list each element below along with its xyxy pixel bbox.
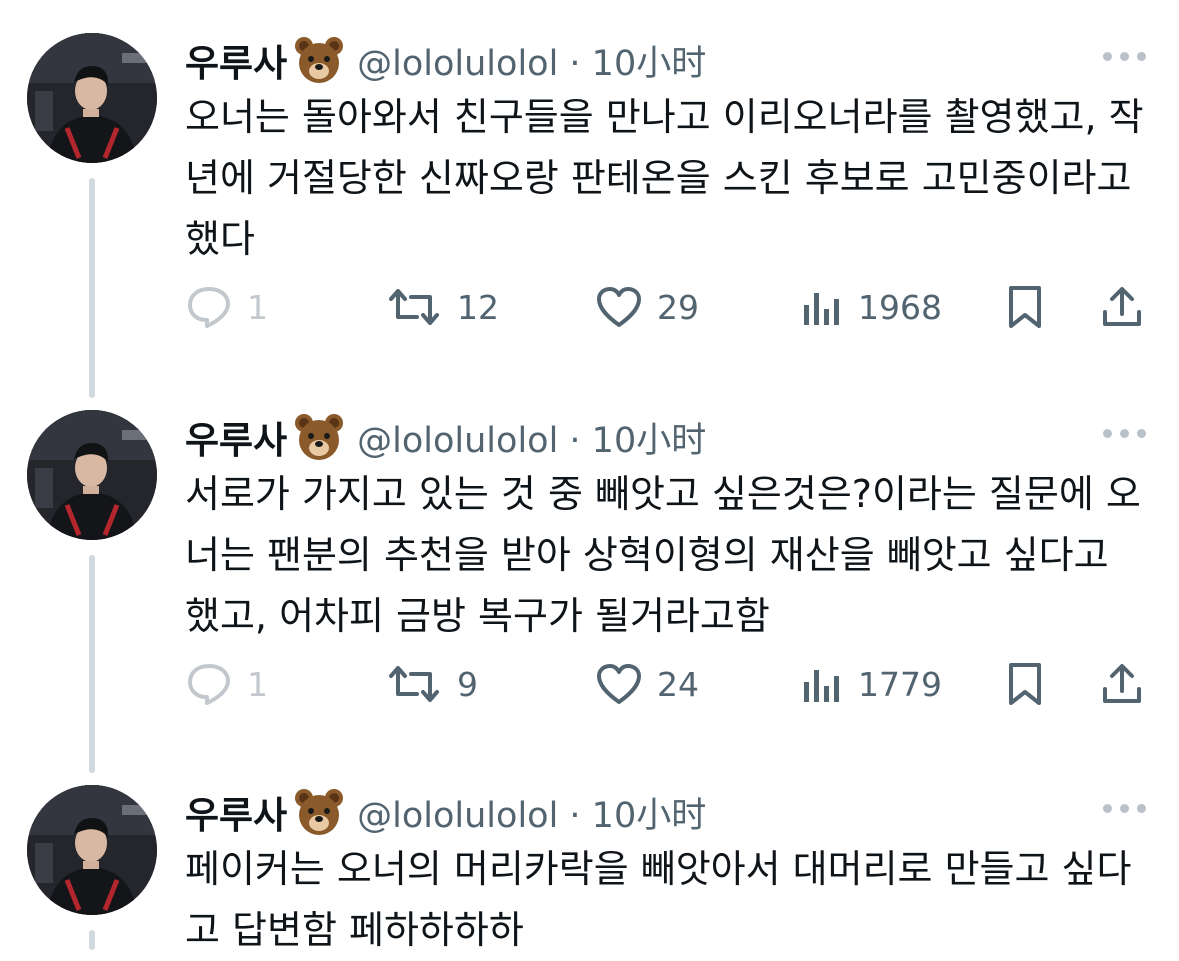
reply-icon (188, 287, 230, 328)
views-bar-chart-icon (804, 670, 839, 702)
bookmark-button[interactable] (1005, 282, 1045, 332)
author-name[interactable]: 우루사 (185, 410, 287, 464)
tweet-header: 우루사 @lololulolol · 10小时 (185, 406, 706, 468)
reply-icon (188, 664, 230, 705)
tweet-actions: 1 9 24 1779 (185, 659, 1155, 709)
avatar[interactable] (27, 785, 157, 915)
more-options-icon[interactable] (1100, 47, 1150, 67)
bookmark-icon (1009, 286, 1041, 328)
reply-count: 1 (247, 664, 268, 704)
retweet-icon (389, 666, 439, 702)
reply-button[interactable]: 1 (185, 659, 268, 709)
author-handle-time[interactable]: @lololulolol · 10小时 (357, 412, 706, 463)
bookmark-icon (1009, 663, 1041, 705)
tweet-text: 서로가 가지고 있는 것 중 빼앗고 싶은것은?이라는 질문에 오너는 팬분의 … (185, 472, 1141, 638)
views-bar-chart-icon (804, 293, 839, 325)
author-name[interactable]: 우루사 (185, 785, 287, 839)
like-count: 24 (657, 664, 699, 704)
share-button[interactable] (1100, 282, 1144, 332)
retweet-button[interactable]: 12 (385, 282, 499, 332)
share-button[interactable] (1100, 659, 1144, 709)
thread-line (89, 555, 95, 773)
more-options-icon[interactable] (1100, 424, 1150, 444)
share-icon (1103, 664, 1141, 703)
share-icon (1103, 287, 1141, 326)
view-count: 1968 (858, 287, 942, 327)
like-button[interactable]: 24 (595, 659, 699, 709)
retweet-icon (389, 289, 439, 325)
retweet-button[interactable]: 9 (385, 659, 478, 709)
heart-icon (597, 664, 641, 704)
like-count: 29 (657, 287, 699, 327)
thread-line (89, 930, 95, 950)
retweet-count: 9 (457, 664, 478, 704)
views-button[interactable]: 1968 (800, 282, 942, 332)
reply-count: 1 (247, 287, 268, 327)
views-button[interactable]: 1779 (800, 659, 942, 709)
bookmark-button[interactable] (1005, 659, 1045, 709)
bear-face-icon (295, 789, 344, 835)
avatar[interactable] (27, 410, 157, 540)
tweet-text: 오너는 돌아와서 친구들을 만나고 이리오너라를 촬영했고, 작년에 거절당한 … (185, 95, 1144, 261)
avatar[interactable] (27, 33, 157, 163)
tweet-actions: 1 12 29 1968 (185, 282, 1155, 332)
like-button[interactable]: 29 (595, 282, 699, 332)
retweet-count: 12 (457, 287, 499, 327)
reply-button[interactable]: 1 (185, 282, 268, 332)
bear-face-icon (295, 37, 344, 83)
more-options-icon[interactable] (1100, 799, 1150, 819)
tweet-text: 페이커는 오너의 머리카락을 빼앗아서 대머리로 만들고 싶다고 답변함 페하하… (185, 847, 1132, 952)
thread-line (89, 178, 95, 398)
tweet-header: 우루사 @lololulolol · 10小时 (185, 781, 706, 843)
tweet-header: 우루사 @lololulolol · 10小时 (185, 29, 706, 91)
author-name[interactable]: 우루사 (185, 33, 287, 87)
bear-face-icon (295, 414, 344, 460)
author-handle-time[interactable]: @lololulolol · 10小时 (357, 787, 706, 838)
heart-icon (597, 287, 641, 327)
view-count: 1779 (858, 664, 942, 704)
author-handle-time[interactable]: @lololulolol · 10小时 (357, 35, 706, 86)
